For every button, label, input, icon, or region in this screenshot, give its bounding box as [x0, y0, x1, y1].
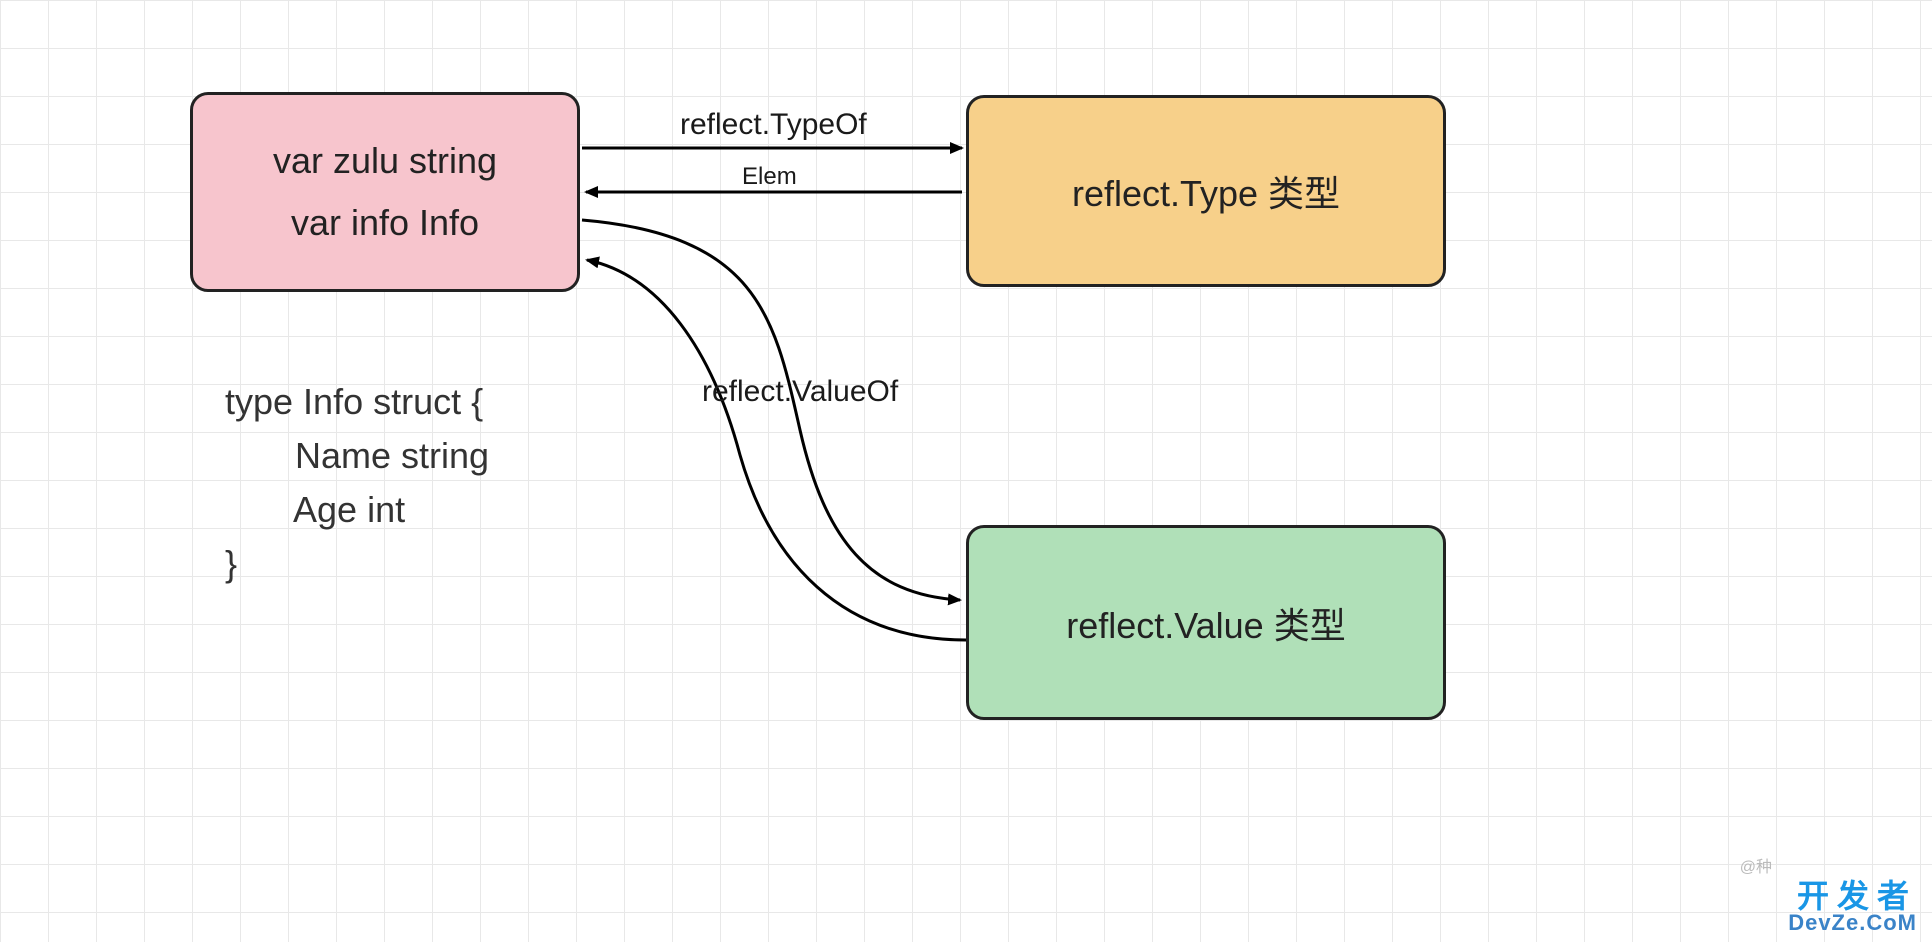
watermark-small: @种 [1740, 853, 1772, 877]
reflect-value-label: reflect.Value 类型 [1066, 597, 1345, 649]
watermark: 开发者 DevZe.CoM [1788, 880, 1917, 934]
source-line-1: var zulu string [273, 140, 497, 182]
struct-definition: type Info struct { Name string Age int } [225, 375, 489, 591]
edge-label-valueof: reflect.ValueOf [702, 375, 898, 409]
reflect-type-box: reflect.Type 类型 [966, 95, 1446, 287]
edge-label-typeof: reflect.TypeOf [680, 108, 867, 142]
source-vars-box: var zulu string var info Info [190, 92, 580, 292]
watermark-en: DevZe.CoM [1788, 912, 1917, 934]
edge-label-elem: Elem [742, 163, 797, 191]
watermark-cn: 开发者 [1788, 880, 1917, 912]
reflect-type-label: reflect.Type 类型 [1072, 165, 1340, 217]
source-line-2: var info Info [291, 202, 479, 244]
reflect-value-box: reflect.Value 类型 [966, 525, 1446, 720]
